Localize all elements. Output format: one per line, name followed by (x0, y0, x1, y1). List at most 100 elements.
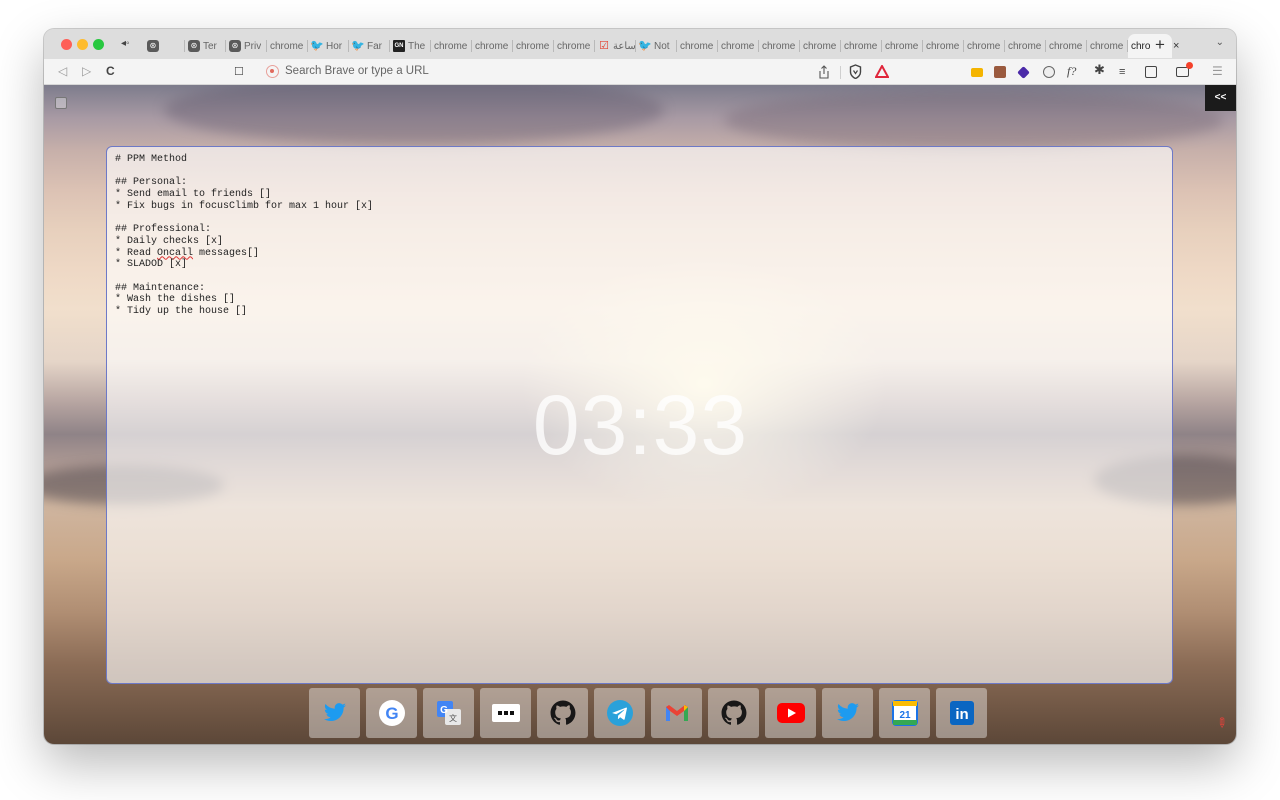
tab[interactable]: chrome (431, 34, 472, 58)
site-info-icon[interactable] (266, 65, 279, 78)
tab-title: chro (1131, 40, 1151, 52)
tab-search-icon[interactable]: ⌄ (1216, 37, 1224, 48)
tab[interactable]: chrome (1046, 34, 1087, 58)
tab-title: chrome (516, 40, 550, 52)
svg-text:G: G (440, 705, 448, 716)
github-icon (550, 700, 576, 726)
dock-item-gmail[interactable] (651, 688, 702, 738)
notes-textarea[interactable]: # PPM Method ## Personal: * Send email t… (115, 154, 1155, 318)
tab[interactable]: GN The (390, 34, 431, 58)
twitter-icon (836, 703, 860, 723)
new-tab-button[interactable]: + (1155, 36, 1165, 53)
youtube-icon (776, 703, 805, 723)
menu-icon[interactable]: ☰ (1212, 64, 1223, 78)
tab[interactable]: chrome (554, 34, 595, 58)
dock-item-linkedin[interactable]: in (936, 688, 987, 738)
gn-icon: GN (393, 40, 405, 52)
audio-icon[interactable]: ◂◦ (121, 38, 130, 49)
tab[interactable]: chrome (800, 34, 841, 58)
twitter-icon: 🐦 (351, 40, 365, 52)
tab[interactable]: chrome (1005, 34, 1046, 58)
tab-title: chrome (680, 40, 714, 52)
svg-text:in: in (955, 706, 968, 723)
brave-rewards-icon[interactable] (875, 65, 889, 78)
tab[interactable]: 🐦 Not (636, 34, 677, 58)
close-tab-icon[interactable]: × (1173, 40, 1179, 52)
tab[interactable]: chrome (267, 34, 308, 58)
tab-title: chrome (844, 40, 878, 52)
dock-item-google[interactable]: G (366, 688, 417, 738)
toolbar: ◁ ▷ C ☐ Search Brave or type a URL f? ✱ … (44, 59, 1236, 85)
tab[interactable]: chrome (513, 34, 554, 58)
dock-item-google-calendar[interactable]: 21 (879, 688, 930, 738)
wallet-icon[interactable] (1176, 62, 1193, 77)
dock-item-dots-app[interactable] (480, 688, 531, 738)
brave-shields-icon[interactable] (849, 64, 862, 79)
minimize-window-button[interactable] (77, 39, 88, 50)
address-placeholder: Search Brave or type a URL (285, 65, 429, 77)
forward-icon[interactable]: ▷ (82, 64, 91, 78)
close-window-button[interactable] (61, 39, 72, 50)
tab-title: chrome (762, 40, 796, 52)
tab[interactable]: chrome (923, 34, 964, 58)
tab[interactable]: ⊛ Priv (226, 34, 267, 58)
extension-b-icon[interactable] (994, 66, 1006, 78)
tab-strip: ◂◦ ⊛ ⊛ Ter ⊛ Priv chrome 🐦 Hor 🐦 Far GN The chrome ch… (44, 29, 1236, 59)
tab-title: chrome (475, 40, 509, 52)
extension-formula-icon[interactable]: f? (1067, 64, 1076, 78)
back-icon[interactable]: ◁ (58, 64, 67, 78)
tab[interactable]: chrome (759, 34, 800, 58)
tab[interactable]: 🐦 Hor (308, 34, 349, 58)
tab-title: Priv (244, 40, 262, 52)
tab-title: Far (367, 40, 382, 52)
tab[interactable]: 🐦 Far (349, 34, 390, 58)
tab[interactable]: ⊛ (144, 34, 185, 58)
extension-c-icon[interactable] (1017, 66, 1030, 79)
dock-item-youtube[interactable] (765, 688, 816, 738)
tab-title: Hor (326, 40, 343, 52)
reading-list-icon[interactable]: ≡ (1119, 65, 1125, 79)
tab[interactable]: chrome (1087, 34, 1128, 58)
google-calendar-icon: 21 (891, 700, 918, 726)
tab[interactable]: chrome (472, 34, 513, 58)
tab[interactable]: chrome (841, 34, 882, 58)
notes-panel[interactable]: # PPM Method ## Personal: * Send email t… (106, 146, 1173, 684)
dock-item-twitter[interactable] (309, 688, 360, 738)
tab[interactable]: chrome (882, 34, 923, 58)
tab-title: chrome (434, 40, 468, 52)
pin-icon[interactable]: ✎ (1212, 713, 1231, 732)
svg-text:G: G (385, 704, 398, 723)
tab-title: ساعة (613, 40, 636, 52)
tab[interactable]: chrome (718, 34, 759, 58)
tab[interactable]: chrome (964, 34, 1005, 58)
maximize-window-button[interactable] (93, 39, 104, 50)
linkedin-icon: in (949, 701, 974, 725)
clock: 03:33 (532, 378, 749, 472)
extension-a-icon[interactable] (971, 68, 983, 77)
tab[interactable]: chrome (677, 34, 718, 58)
address-bar[interactable]: Search Brave or type a URL (258, 61, 890, 83)
bookmark-icon[interactable]: ☐ (234, 65, 244, 79)
sidebar-panel-icon[interactable] (1145, 66, 1157, 78)
extension-d-icon[interactable] (1043, 66, 1055, 78)
share-icon[interactable] (818, 65, 830, 79)
tab-active[interactable]: chro (1128, 34, 1172, 58)
dock-item-github[interactable] (708, 688, 759, 738)
twitter-icon (323, 703, 347, 723)
dots-app-icon (491, 704, 520, 722)
tab-title: Not (654, 40, 670, 52)
extensions-puzzle-icon[interactable]: ✱ (1094, 63, 1105, 77)
dock-item-telegram[interactable] (594, 688, 645, 738)
dock-item-google-translate[interactable]: G文 (423, 688, 474, 738)
tab-title: chrome (1049, 40, 1083, 52)
collapse-button[interactable]: << (1205, 85, 1236, 111)
tab-title: chrome (270, 40, 304, 52)
tab[interactable]: ☑ ساعة (595, 34, 636, 58)
google-icon: G (378, 700, 405, 726)
reload-icon[interactable]: C (106, 64, 115, 78)
sidebar-toggle-button[interactable] (55, 97, 67, 109)
browser-window: ◂◦ ⊛ ⊛ Ter ⊛ Priv chrome 🐦 Hor 🐦 Far GN The chrome ch… (44, 29, 1236, 744)
dock-item-twitter[interactable] (822, 688, 873, 738)
dock-item-github[interactable] (537, 688, 588, 738)
tab[interactable]: ⊛ Ter (185, 34, 226, 58)
